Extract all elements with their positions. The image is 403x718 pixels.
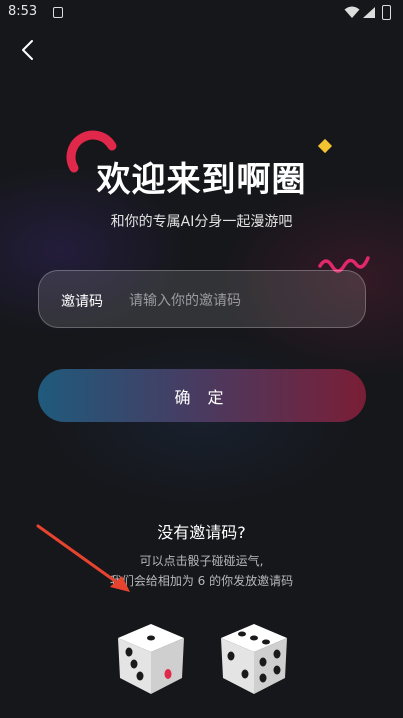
status-bar: 8:53	[0, 0, 403, 28]
invite-code-field[interactable]: 邀请码	[38, 270, 366, 328]
back-button[interactable]	[14, 36, 44, 66]
status-time: 8:53	[8, 4, 38, 19]
background-glow	[0, 0, 403, 718]
page-title: 欢迎来到啊圈	[96, 160, 307, 200]
dice-left[interactable]	[112, 620, 190, 698]
annotation-arrow-icon	[36, 524, 130, 592]
dice-right[interactable]	[215, 620, 293, 698]
battery-icon	[382, 5, 391, 20]
invite-code-label: 邀请码	[61, 294, 103, 310]
sim-card-icon	[53, 7, 63, 18]
signal-icon	[363, 7, 375, 18]
page-subtitle: 和你的专属AI分身一起漫游吧	[110, 214, 293, 230]
confirm-button[interactable]: 确 定	[38, 369, 366, 422]
wifi-icon	[344, 6, 360, 18]
invite-code-input[interactable]	[127, 285, 351, 317]
